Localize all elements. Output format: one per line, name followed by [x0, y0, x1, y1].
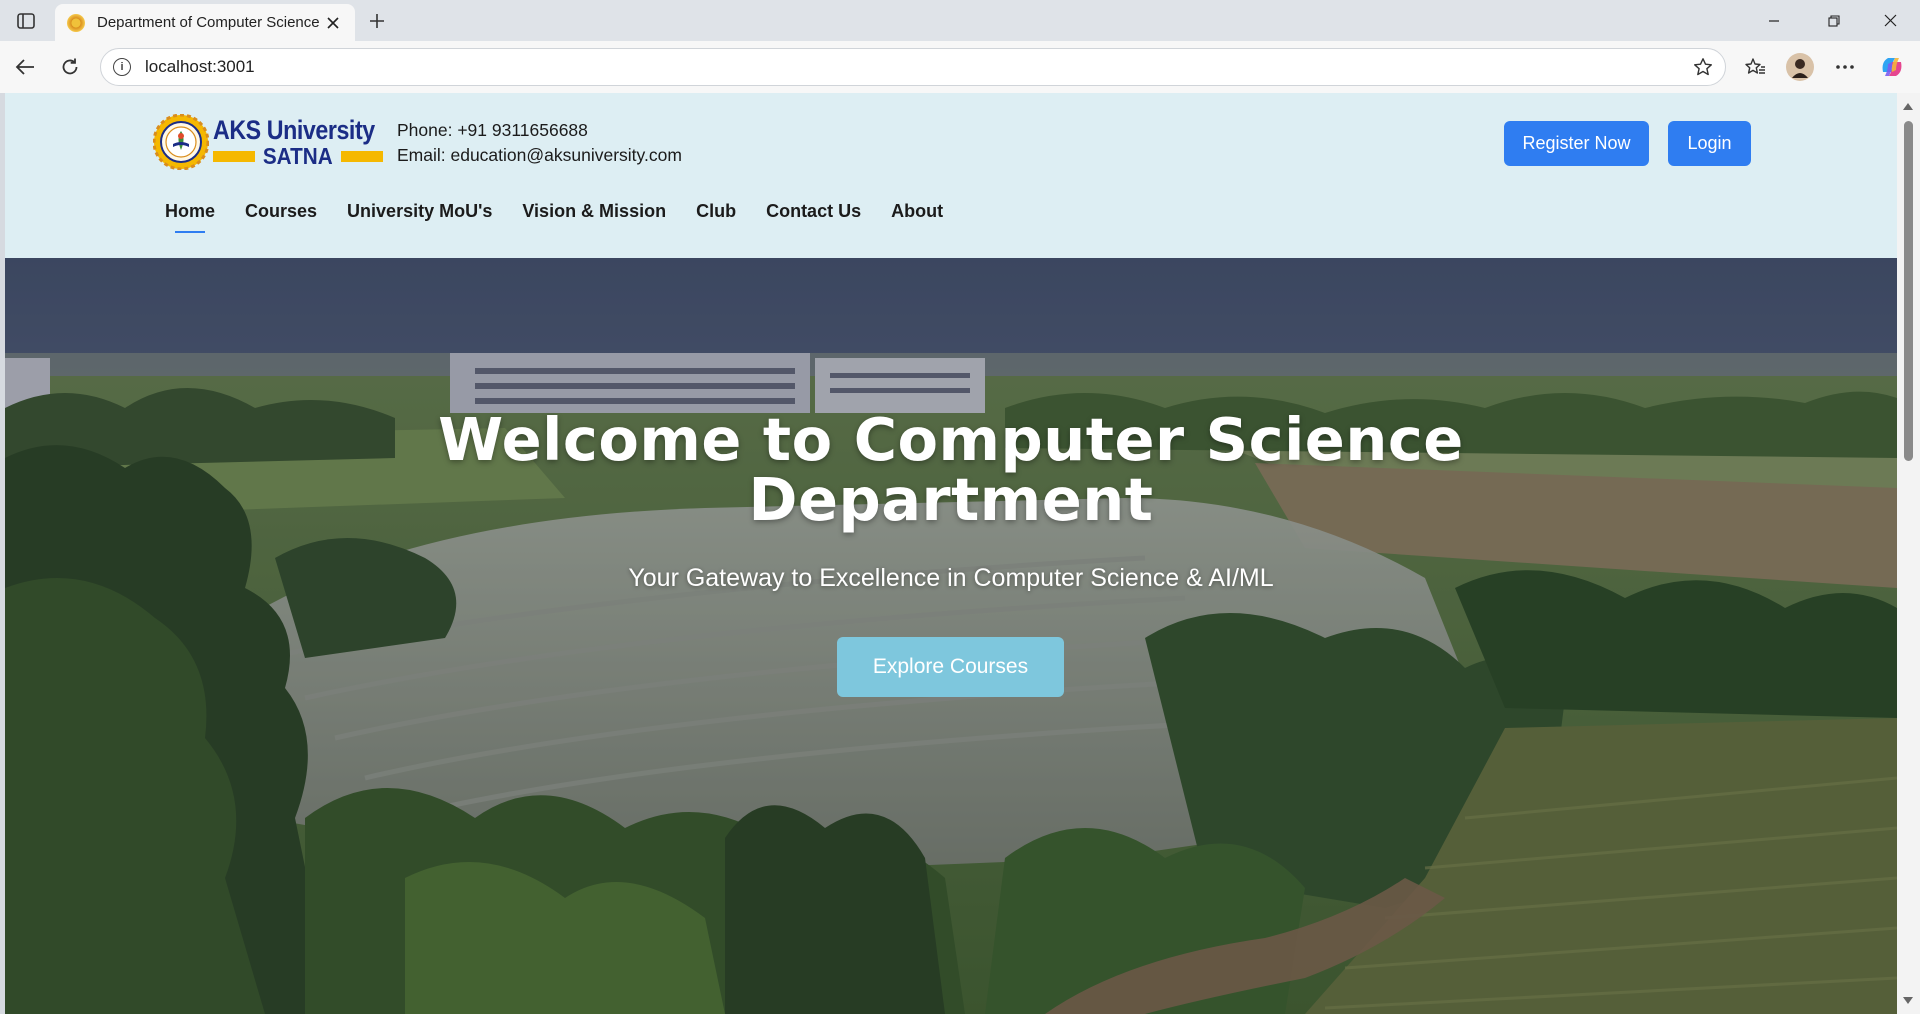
scroll-up-icon[interactable] [1903, 103, 1913, 110]
hero-title: Welcome to Computer Science Department [5, 410, 1897, 530]
refresh-icon[interactable] [53, 50, 87, 84]
url-text[interactable]: localhost:3001 [145, 57, 1685, 77]
nav-item-vision-mission[interactable]: Vision & Mission [522, 201, 666, 222]
main-nav: Home Courses University MoU's Vision & M… [165, 201, 973, 233]
info-icon[interactable]: i [113, 58, 131, 76]
profile-icon[interactable] [1783, 50, 1817, 84]
browser-tab[interactable]: Department of Computer Science [55, 4, 355, 41]
page-scrollbar[interactable] [1897, 93, 1920, 1014]
scroll-down-icon[interactable] [1903, 997, 1913, 1004]
explore-courses-button[interactable]: Explore Courses [837, 637, 1064, 697]
more-icon[interactable] [1828, 50, 1862, 84]
nav-item-about[interactable]: About [891, 201, 943, 222]
restore-icon[interactable] [1806, 0, 1862, 41]
scroll-thumb[interactable] [1904, 121, 1913, 461]
logo-stripe-right [340, 150, 383, 162]
university-seal-icon [153, 114, 209, 170]
tab-title: Department of Computer Science [97, 14, 320, 31]
nav-item-home[interactable]: Home [165, 201, 215, 233]
hero-overlay [5, 258, 1897, 1014]
plus-icon[interactable] [362, 6, 392, 36]
contact-info: Phone: +91 9311656688 Email: education@a… [397, 118, 682, 168]
hero-title-line1: Welcome to Computer Science [438, 405, 1464, 474]
browser-toolbar: i localhost:3001 [0, 41, 1920, 93]
nav-item-mous[interactable]: University MoU's [347, 201, 492, 222]
copilot-icon[interactable] [1875, 50, 1909, 84]
contact-email: Email: education@aksuniversity.com [397, 145, 682, 165]
close-icon[interactable] [321, 11, 345, 35]
address-bar[interactable]: i localhost:3001 [100, 48, 1726, 86]
university-logo[interactable]: AKS University SATNA [153, 114, 383, 170]
logo-stripe-left [213, 150, 255, 162]
hero-title-line2: Department [748, 465, 1154, 534]
nav-item-contact[interactable]: Contact Us [766, 201, 861, 222]
sidebar-toggle-icon[interactable] [10, 8, 42, 34]
logo-name: AKS University [213, 115, 375, 145]
back-icon[interactable] [8, 50, 42, 84]
site-favicon-icon [67, 13, 85, 32]
nav-item-courses[interactable]: Courses [245, 201, 317, 222]
register-button[interactable]: Register Now [1504, 121, 1649, 166]
hero-section: Welcome to Computer Science Department Y… [5, 258, 1897, 1014]
page-viewport: AKS University SATNA Phone: +91 93116566… [5, 93, 1897, 1014]
site-header: AKS University SATNA Phone: +91 93116566… [5, 93, 1897, 258]
login-button[interactable]: Login [1668, 121, 1751, 166]
close-window-icon[interactable] [1862, 0, 1918, 41]
contact-phone: Phone: +91 9311656688 [397, 120, 588, 140]
logo-city: SATNA [262, 143, 333, 169]
hero-subtitle: Your Gateway to Excellence in Computer S… [628, 564, 1274, 592]
minimize-icon[interactable] [1746, 0, 1802, 41]
nav-item-club[interactable]: Club [696, 201, 736, 222]
browser-tab-strip: Department of Computer Science [0, 0, 1920, 41]
favorites-icon[interactable] [1738, 50, 1772, 84]
star-icon[interactable] [1685, 49, 1721, 85]
